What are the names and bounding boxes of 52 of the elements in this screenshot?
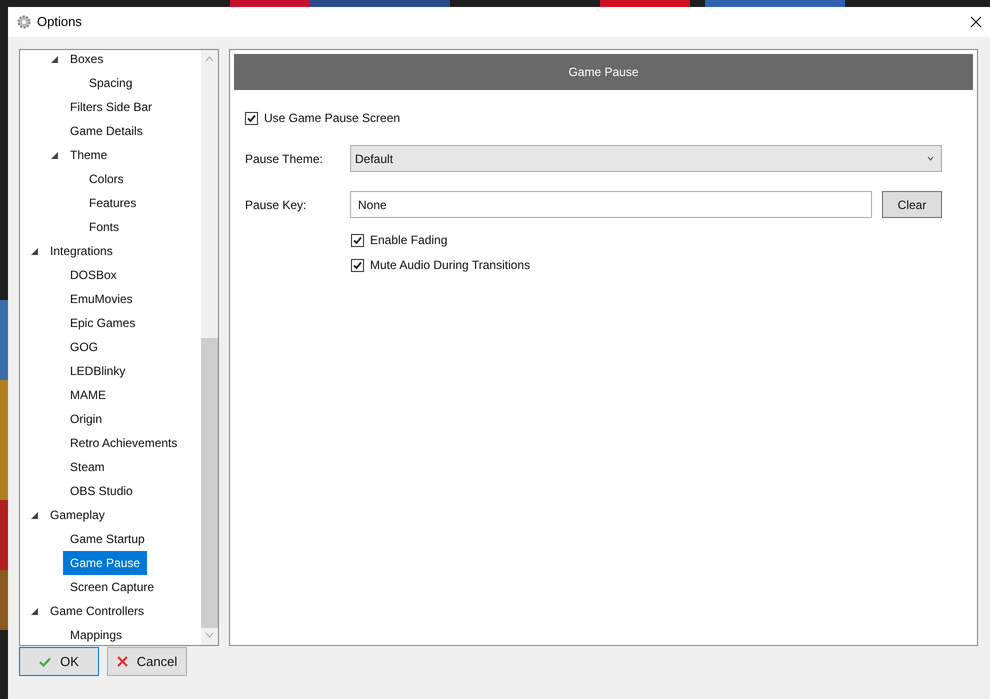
theme-dropdown[interactable]: Default	[350, 145, 942, 172]
tree-item[interactable]: Epic Games	[63, 311, 142, 335]
expanded-triangle-icon[interactable]	[31, 512, 38, 518]
panel-header: Game Pause	[234, 54, 973, 90]
expanded-triangle-icon[interactable]	[51, 152, 58, 158]
checkbox-label: Mute Audio During Transitions	[370, 257, 530, 274]
tree-item[interactable]: OBS Studio	[63, 479, 140, 503]
chevron-down-icon	[927, 156, 934, 161]
gear-icon	[17, 15, 31, 29]
tree-item[interactable]: Theme	[63, 143, 114, 167]
tree-item[interactable]: Filters Side Bar	[63, 95, 160, 119]
clear-button[interactable]: Clear	[882, 191, 942, 218]
pause-key-field[interactable]: None	[350, 191, 872, 218]
expanded-triangle-icon[interactable]	[31, 608, 38, 614]
scrollbar[interactable]	[201, 50, 218, 645]
cancel-button[interactable]: Cancel	[107, 647, 187, 676]
tree-item[interactable]: Retro Achievements	[63, 431, 184, 455]
tree-item[interactable]: GOG	[63, 335, 106, 359]
field-label: Pause Key:	[245, 196, 308, 214]
tree-item[interactable]: Mappings	[63, 623, 130, 645]
tree-item[interactable]: Screen Capture	[63, 575, 162, 599]
tree-item[interactable]: Spacing	[82, 71, 140, 95]
cross-icon	[116, 656, 128, 667]
tree-item[interactable]: Colors	[82, 167, 131, 191]
expanded-triangle-icon[interactable]	[51, 56, 58, 62]
tree-item[interactable]: Features	[82, 191, 144, 215]
tree-item[interactable]: Boxes	[63, 50, 110, 71]
tree-item[interactable]: Game Controllers	[43, 599, 152, 623]
tree-item[interactable]: Gameplay	[43, 503, 112, 527]
checkmark-icon	[39, 656, 52, 666]
tree-item[interactable]: EmuMovies	[63, 287, 140, 311]
tree-item[interactable]: DOSBox	[63, 263, 124, 287]
ok-button[interactable]: OK	[19, 647, 99, 676]
scrollbar-thumb[interactable]	[201, 338, 218, 628]
expanded-triangle-icon[interactable]	[31, 248, 38, 254]
tree-item[interactable]: Game Startup	[63, 527, 152, 551]
tree-item[interactable]: Integrations	[43, 239, 120, 263]
tree-item[interactable]: LEDBlinky	[63, 359, 132, 383]
checkbox[interactable]	[245, 112, 258, 124]
tree-item[interactable]: MAME	[63, 383, 113, 407]
checkbox-label: Use Game Pause Screen	[264, 110, 400, 127]
window-title: Options	[37, 13, 82, 32]
tree-item[interactable]: Origin	[63, 407, 110, 431]
checkbox[interactable]	[351, 234, 364, 246]
tree-item[interactable]: Fonts	[82, 215, 126, 239]
tree-item[interactable]: Game Details	[63, 119, 150, 143]
field-label: Pause Theme:	[245, 150, 324, 168]
checkbox[interactable]	[351, 258, 364, 272]
close-icon[interactable]	[970, 16, 982, 28]
checkbox-label: Enable Fading	[370, 232, 448, 249]
tree-item[interactable]: Game Pause	[63, 551, 148, 575]
tree-item[interactable]: Steam	[63, 455, 112, 479]
